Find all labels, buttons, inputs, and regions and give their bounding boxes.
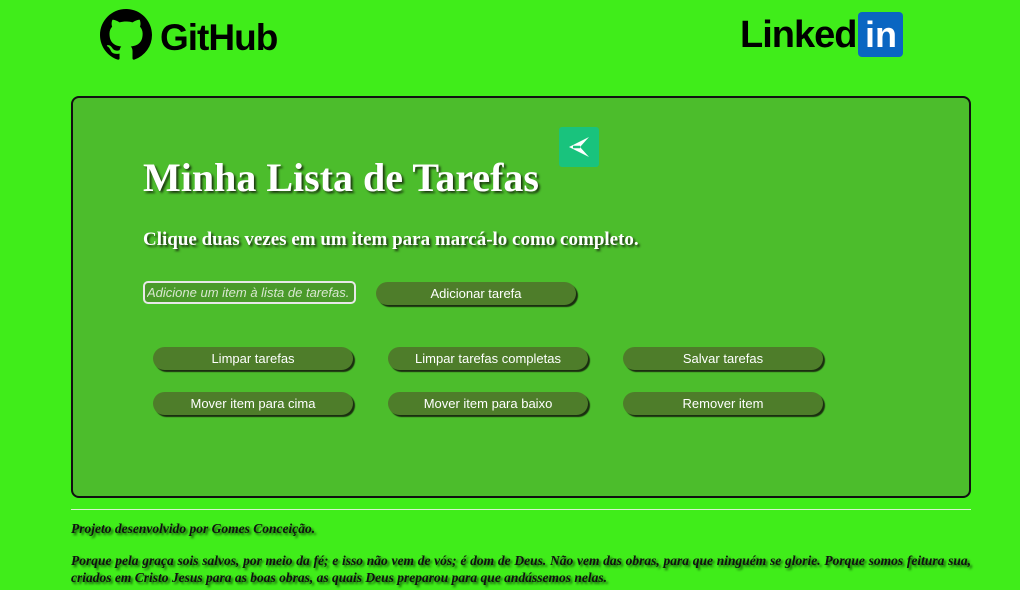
page-title: Minha Lista de Tarefas xyxy=(143,155,539,200)
move-item-up-button[interactable]: Mover item para cima xyxy=(153,392,353,415)
footer-divider xyxy=(71,509,971,510)
move-item-down-button[interactable]: Mover item para baixo xyxy=(388,392,588,415)
footer-credit: Projeto desenvolvido por Gomes Conceição… xyxy=(71,521,316,536)
add-task-button[interactable]: Adicionar tarefa xyxy=(376,282,576,305)
instructions-text: Clique duas vezes em um item para marcá-… xyxy=(143,229,639,250)
linkedin-wordmark: Linked xyxy=(740,13,857,56)
task-input[interactable] xyxy=(143,281,356,304)
todo-panel: Minha Lista de Tarefas Clique duas vezes… xyxy=(71,96,971,498)
footer-verse: Porque pela graça sois salvos, por meio … xyxy=(71,553,971,585)
github-wordmark: GitHub xyxy=(160,17,278,58)
github-link[interactable]: GitHub xyxy=(100,9,278,66)
linkedin-link[interactable]: Linked in xyxy=(740,12,904,57)
clear-tasks-button[interactable]: Limpar tarefas xyxy=(153,347,353,370)
clear-completed-tasks-button[interactable]: Limpar tarefas completas xyxy=(388,347,588,370)
linkedin-in-icon: in xyxy=(858,12,904,57)
github-octocat-icon xyxy=(100,9,152,66)
top-bar: GitHub Linked in xyxy=(0,0,1020,90)
paper-plane-icon[interactable] xyxy=(559,127,599,167)
remove-item-button[interactable]: Remover item xyxy=(623,392,823,415)
save-tasks-button[interactable]: Salvar tarefas xyxy=(623,347,823,370)
